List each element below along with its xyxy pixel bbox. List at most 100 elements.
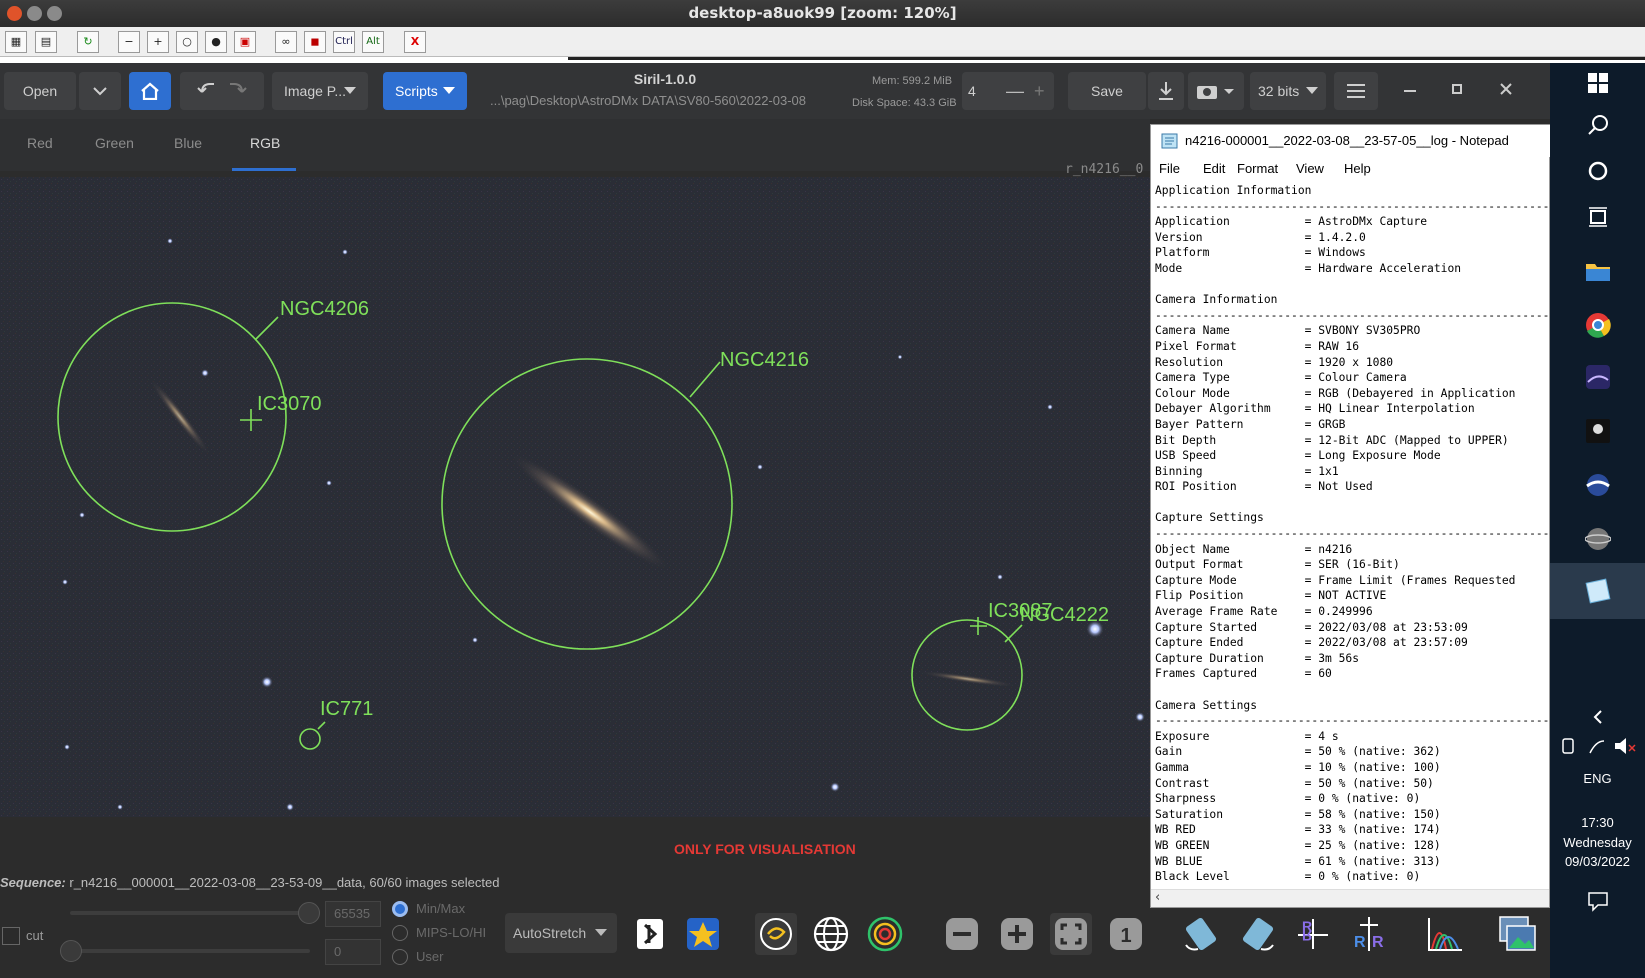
maximize-window-icon[interactable] (47, 6, 62, 21)
save-button[interactable]: Save (1068, 72, 1146, 110)
app-icon-moon[interactable] (1584, 525, 1612, 553)
open-button[interactable]: Open (4, 72, 76, 110)
menu-format[interactable]: Format (1237, 161, 1278, 176)
notepad-line (1155, 682, 1549, 698)
language-indicator[interactable]: ENG (1550, 771, 1645, 786)
notepad-line: Capture Ended = 2022/03/08 at 23:57:09 (1155, 636, 1468, 650)
thread-spinner[interactable]: 4 — + (962, 72, 1054, 110)
screen-icon[interactable]: ◼ (304, 31, 326, 53)
maximize-icon[interactable] (1452, 84, 1462, 94)
link-icon[interactable]: ∞ (275, 31, 297, 53)
horizontal-scrollbar[interactable]: ‹ (1151, 889, 1549, 907)
annotate-button[interactable] (755, 913, 797, 955)
cortana-icon[interactable] (1584, 157, 1612, 185)
working-directory: ...\pag\Desktop\AstroDMx DATA\SV80-560\2… (490, 93, 807, 108)
mirror-y-button[interactable]: RR (1348, 913, 1390, 955)
home-button[interactable] (129, 72, 171, 110)
open-menu-button[interactable] (79, 72, 121, 110)
stretch-mode-label: AutoStretch (513, 925, 587, 941)
tab-rgb[interactable]: RGB (250, 135, 280, 151)
notepad-text-area[interactable]: Application Information -----------------… (1155, 183, 1549, 893)
histogram-button[interactable] (1424, 913, 1466, 955)
scripts-menu[interactable]: Scripts (383, 72, 467, 110)
minimize-window-icon[interactable] (27, 6, 42, 21)
snapshot-button[interactable] (1188, 72, 1244, 110)
zoom-100-button[interactable]: 1 (1105, 913, 1147, 955)
cut-checkbox[interactable] (2, 927, 20, 945)
zoom-fit-button[interactable] (1050, 913, 1092, 955)
clock-time[interactable]: 17:30 (1550, 815, 1645, 830)
user-label: User (416, 949, 444, 964)
min-slider[interactable] (60, 940, 310, 962)
tab-red[interactable]: Red (27, 135, 53, 151)
image-list-button[interactable] (1497, 913, 1539, 955)
plus-icon[interactable]: + (1034, 72, 1045, 110)
min-slider-handle[interactable] (60, 940, 82, 962)
max-slider-handle[interactable] (298, 902, 320, 924)
zoom-in-icon[interactable]: + (147, 31, 169, 53)
menu-edit[interactable]: Edit (1203, 161, 1225, 176)
negative-view-button[interactable] (629, 913, 671, 955)
menu-view[interactable]: View (1296, 161, 1324, 176)
max-slider[interactable] (70, 902, 320, 924)
sequence-status: Sequence: r_n4216__000001__2022-03-08__2… (0, 875, 499, 890)
zoom-out-button[interactable] (941, 913, 983, 955)
zoom-fit-icon[interactable]: ○ (176, 31, 198, 53)
svg-text:R: R (1354, 934, 1366, 951)
file-explorer-icon[interactable] (1584, 257, 1612, 285)
clipboard-icon[interactable]: ▦ (5, 31, 27, 53)
menu-help[interactable]: Help (1344, 161, 1371, 176)
mips-radio[interactable] (392, 925, 408, 941)
zoom-out-icon[interactable]: − (118, 31, 140, 53)
app-icon-pro[interactable] (1584, 417, 1612, 445)
image-processing-menu[interactable]: Image P... (272, 72, 368, 110)
max-value-field[interactable]: 65535 (325, 901, 381, 927)
search-icon[interactable] (1584, 111, 1612, 139)
close-window-icon[interactable] (7, 6, 22, 21)
image-canvas[interactable]: NGC4206 IC3070 NGC4216 IC3087 NGC4222 IC… (0, 177, 1150, 817)
bit-depth-menu[interactable]: 32 bits (1250, 72, 1326, 110)
mirror-y-icon: RR (1354, 917, 1384, 951)
notepad-line: Contrast = 50 % (native: 50) (1155, 776, 1434, 790)
app-icon-night[interactable] (1584, 363, 1612, 391)
notifications-icon[interactable] (1584, 887, 1612, 915)
windows-start-icon[interactable] (1584, 69, 1612, 97)
stretch-mode-select[interactable]: AutoStretch (505, 913, 617, 953)
file-icon[interactable]: ▤ (35, 31, 57, 53)
menu-file[interactable]: File (1159, 161, 1180, 176)
main-menu-button[interactable] (1334, 72, 1378, 110)
zoom-in-button[interactable] (996, 913, 1038, 955)
plate-solve-button[interactable] (810, 913, 852, 955)
fullscreen-icon[interactable]: ▣ (234, 31, 256, 53)
user-radio[interactable] (392, 949, 408, 965)
notepad-taskbar-icon[interactable] (1584, 577, 1612, 605)
app-icon-planet[interactable] (1584, 471, 1612, 499)
zoom-100-icon[interactable]: ● (205, 31, 227, 53)
chrome-icon[interactable] (1584, 311, 1612, 339)
minus-icon[interactable]: — (1006, 72, 1024, 110)
scroll-left-icon[interactable]: ‹ (1155, 890, 1160, 905)
refresh-icon[interactable]: ↻ (77, 31, 99, 53)
disconnect-button[interactable]: X (404, 31, 426, 53)
label-ic771: IC771 (320, 698, 373, 720)
save-as-button[interactable] (1148, 72, 1184, 110)
tab-blue[interactable]: Blue (174, 135, 202, 151)
tab-green[interactable]: Green (95, 135, 134, 151)
label-ic3070: IC3070 (257, 393, 322, 415)
minimize-icon[interactable] (1404, 90, 1416, 92)
task-view-icon[interactable] (1584, 203, 1612, 231)
min-value-field[interactable]: 0 (325, 939, 381, 965)
rotate-right-button[interactable] (1237, 913, 1279, 955)
tray-icons[interactable] (1560, 735, 1640, 757)
mirror-x-button[interactable]: RR (1292, 913, 1334, 955)
ctrl-key-button[interactable]: Ctrl (333, 31, 355, 53)
close-icon[interactable] (1500, 83, 1512, 95)
notepad-line: Camera Type = Colour Camera (1155, 371, 1407, 385)
rotate-left-button[interactable] (1180, 913, 1222, 955)
chevron-left-icon[interactable] (1584, 703, 1612, 731)
false-color-button[interactable] (682, 913, 724, 955)
minmax-radio[interactable] (392, 901, 408, 917)
target-button[interactable] (864, 913, 906, 955)
undo-redo-icons[interactable] (180, 72, 264, 110)
alt-key-button[interactable]: Alt (362, 31, 384, 53)
